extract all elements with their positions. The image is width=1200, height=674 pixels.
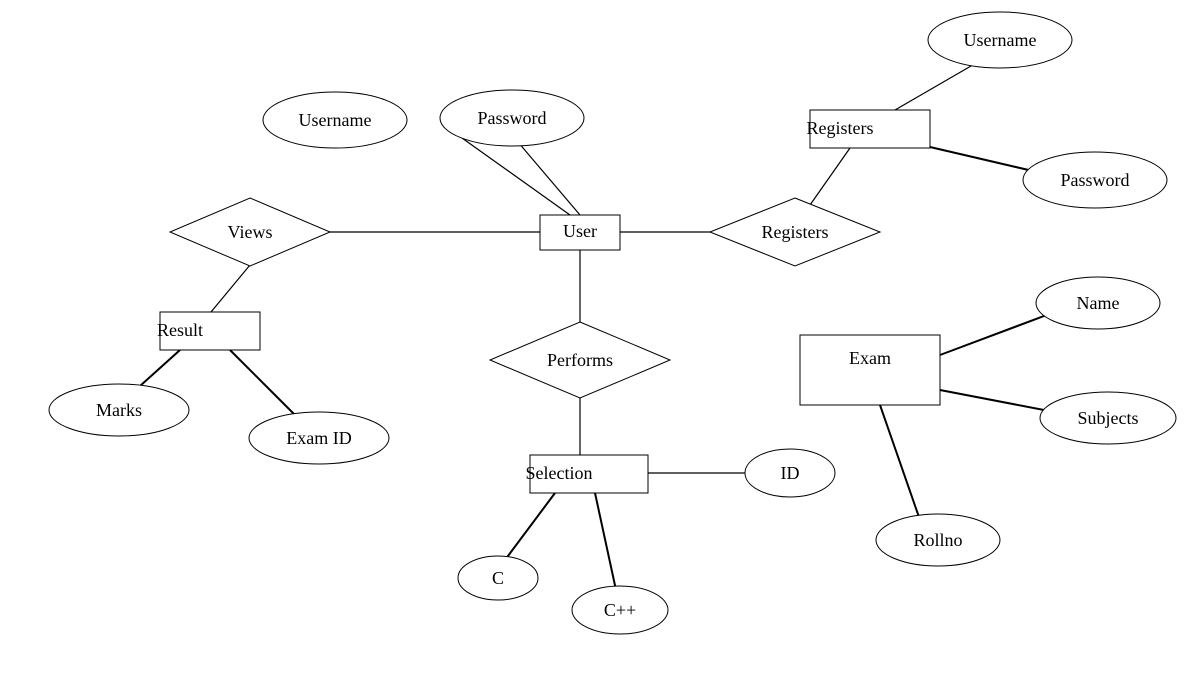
attr-user-username: Username xyxy=(263,92,407,148)
attr-selection-id: ID xyxy=(745,449,835,497)
entity-user-label: User xyxy=(563,221,597,241)
entity-exam: Exam xyxy=(800,335,940,405)
attr-result-marks: Marks xyxy=(49,384,189,436)
attr-registers-password-label: Password xyxy=(1060,170,1129,190)
attr-exam-rollno-label: Rollno xyxy=(913,530,962,550)
attr-user-password: Password xyxy=(440,90,584,146)
attr-selection-cpp-label: C++ xyxy=(604,600,636,620)
attr-registers-password: Password xyxy=(1023,152,1167,208)
attr-selection-id-label: ID xyxy=(781,463,800,483)
entity-user: User xyxy=(540,215,620,250)
attr-exam-subjects: Subjects xyxy=(1040,392,1176,444)
attr-result-examid: Exam ID xyxy=(249,412,389,464)
relationship-performs-label: Performs xyxy=(547,350,613,370)
relationship-views-label: Views xyxy=(228,222,273,242)
relationship-registers: Registers xyxy=(710,198,880,266)
attr-registers-username-label: Username xyxy=(964,30,1037,50)
relationship-registers-label: Registers xyxy=(762,222,829,242)
entity-selection: Selection xyxy=(526,455,648,493)
entity-registers: Registers xyxy=(807,110,931,148)
attr-exam-subjects-label: Subjects xyxy=(1078,408,1139,428)
attr-selection-c: C xyxy=(458,556,538,600)
attr-result-marks-label: Marks xyxy=(96,400,142,420)
entity-registers-label: Registers xyxy=(807,118,874,138)
entity-selection-label: Selection xyxy=(526,463,593,483)
er-diagram: User Result Selection Exam Registers Vie… xyxy=(0,0,1200,674)
attr-registers-username: Username xyxy=(928,12,1072,68)
attr-exam-name-label: Name xyxy=(1077,293,1120,313)
attr-exam-rollno: Rollno xyxy=(876,514,1000,566)
relationship-performs: Performs xyxy=(490,322,670,398)
entity-result: Result xyxy=(157,312,260,350)
attr-exam-name: Name xyxy=(1036,277,1160,329)
attr-result-examid-label: Exam ID xyxy=(286,428,351,448)
relationship-views: Views xyxy=(170,198,330,266)
attr-user-password-label: Password xyxy=(477,108,546,128)
entity-result-label: Result xyxy=(157,320,203,340)
entity-exam-label: Exam xyxy=(849,348,891,368)
attr-user-username-label: Username xyxy=(299,110,372,130)
attr-selection-cpp: C++ xyxy=(572,586,668,634)
attr-selection-c-label: C xyxy=(492,568,504,588)
